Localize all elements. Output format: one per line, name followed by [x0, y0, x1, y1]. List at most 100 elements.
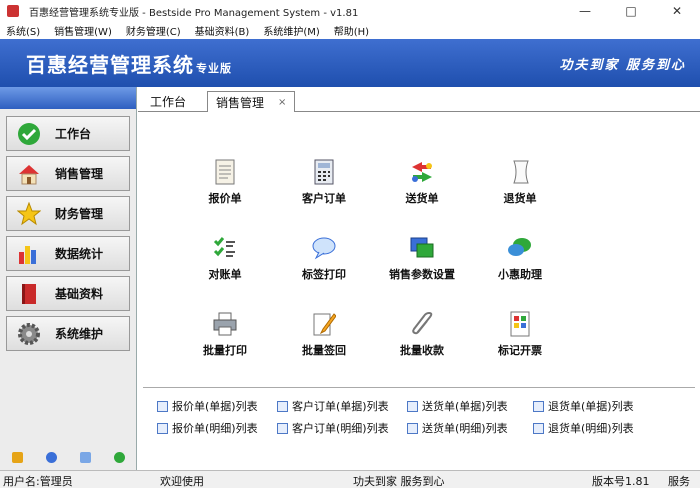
report-list-panel: 报价单(单据)列表 客户订单(单据)列表 送货单(单据)列表 退货单(单据)列表… — [143, 387, 695, 469]
sidebar-item-workbench[interactable]: 工作台 — [6, 116, 130, 151]
maximize-button[interactable]: □ — [608, 0, 654, 22]
list-link-delivery-docs[interactable]: 送货单(单据)列表 — [407, 398, 508, 414]
list-icon — [157, 422, 168, 434]
menu-finance[interactable]: 财务管理(C) — [126, 23, 181, 38]
function-mark-invoice[interactable]: 标记开票 — [480, 310, 560, 358]
function-batch-signback[interactable]: 批量签回 — [284, 310, 364, 358]
sidebar-item-sales[interactable]: 销售管理 — [6, 156, 130, 191]
list-icon — [407, 422, 418, 434]
function-label: 客户订单 — [302, 192, 346, 205]
star-icon — [17, 201, 41, 226]
tab-label: 工作台 — [150, 95, 187, 109]
app-logo-title: 百惠经营管理系统 专业版 — [26, 49, 232, 78]
book-icon — [17, 282, 41, 306]
calculator-icon — [310, 158, 338, 186]
scroll-icon — [506, 158, 534, 186]
globe-icon[interactable] — [113, 451, 125, 463]
close-icon[interactable]: × — [278, 97, 286, 108]
list-link-return-detail[interactable]: 退货单(明细)列表 — [533, 420, 634, 436]
menu-basic-data[interactable]: 基础资料(B) — [195, 23, 250, 38]
status-welcome: 欢迎使用 — [160, 475, 204, 488]
list-icon — [157, 400, 168, 412]
list-icon — [277, 400, 288, 412]
function-return-note[interactable]: 退货单 — [480, 158, 560, 206]
list-link-return-docs[interactable]: 退货单(单据)列表 — [533, 398, 634, 414]
tab-workbench[interactable]: 工作台 — [142, 91, 194, 112]
list-link-label: 报价单(单据)列表 — [172, 400, 258, 413]
status-service: 服务 — [668, 475, 690, 488]
menu-help[interactable]: 帮助(H) — [334, 23, 369, 38]
clock-icon[interactable] — [45, 451, 57, 463]
status-version: 版本号1.81 — [592, 475, 650, 488]
banner-title: 百惠经营管理系统 — [26, 53, 194, 77]
tab-sales[interactable]: 销售管理 × — [207, 91, 296, 112]
function-label: 批量签回 — [302, 344, 346, 357]
sidebar-item-maintenance[interactable]: 系统维护 — [6, 316, 130, 351]
sidebar-item-finance[interactable]: 财务管理 — [6, 196, 130, 231]
gear-icon — [17, 322, 41, 346]
sidebar: 工作台 销售管理 财务管理 数据统计 基础资料 系统维护 — [0, 87, 137, 470]
list-link-label: 退货单(单据)列表 — [548, 400, 634, 413]
sidebar-item-label: 系统维护 — [55, 327, 104, 341]
key-icon[interactable] — [11, 451, 23, 463]
close-button[interactable]: ✕ — [654, 0, 700, 22]
list-icon — [533, 400, 544, 412]
sidebar-item-label: 销售管理 — [55, 167, 104, 181]
function-statement[interactable]: 对账单 — [185, 234, 265, 282]
printer-icon — [211, 310, 239, 338]
status-user: 用户名:管理员 — [3, 475, 73, 488]
sidebar-header — [0, 87, 136, 109]
function-label: 批量打印 — [203, 344, 247, 357]
function-batch-print[interactable]: 批量打印 — [185, 310, 265, 358]
function-label: 送货单 — [405, 192, 439, 205]
list-link-label: 送货单(明细)列表 — [422, 422, 508, 435]
app-icon — [7, 5, 19, 17]
function-label-print[interactable]: 标签打印 — [284, 234, 364, 282]
function-label: 对账单 — [208, 268, 242, 281]
minimize-button[interactable]: — — [562, 0, 608, 22]
list-link-label: 退货单(明细)列表 — [548, 422, 634, 435]
list-link-label: 客户订单(单据)列表 — [292, 400, 389, 413]
list-link-label: 客户订单(明细)列表 — [292, 422, 389, 435]
window-icon[interactable] — [79, 451, 91, 463]
invoice-icon — [506, 310, 534, 338]
function-batch-receipt[interactable]: 批量收款 — [382, 310, 462, 358]
list-icon — [277, 422, 288, 434]
sidebar-toolbar — [0, 444, 136, 470]
function-label: 标签打印 — [302, 268, 346, 281]
window-title: 百惠经营管理系统专业版 - Bestside Pro Management Sy… — [29, 7, 359, 19]
menu-bar: 系统(S) 销售管理(W) 财务管理(C) 基础资料(B) 系统维护(M) 帮助… — [0, 22, 700, 39]
list-link-order-detail[interactable]: 客户订单(明细)列表 — [277, 420, 389, 436]
banner-edition: 专业版 — [196, 62, 232, 75]
status-slogan: 功夫到家 服务到心 — [353, 475, 445, 488]
list-link-order-docs[interactable]: 客户订单(单据)列表 — [277, 398, 389, 414]
sidebar-item-statistics[interactable]: 数据统计 — [6, 236, 130, 271]
sidebar-item-label: 财务管理 — [55, 207, 104, 221]
header-banner: 百惠经营管理系统 专业版 功夫到家 服务到心 — [0, 39, 700, 87]
list-link-delivery-detail[interactable]: 送货单(明细)列表 — [407, 420, 508, 436]
sidebar-item-basic-data[interactable]: 基础资料 — [6, 276, 130, 311]
pencil-icon — [310, 310, 338, 338]
sidebar-item-label: 工作台 — [55, 127, 92, 141]
status-bar: 用户名:管理员 欢迎使用 功夫到家 服务到心 版本号1.81 服务 — [0, 470, 700, 488]
function-assistant[interactable]: 小惠助理 — [480, 234, 560, 282]
function-delivery-note[interactable]: 送货单 — [382, 158, 462, 206]
menu-sales[interactable]: 销售管理(W) — [54, 23, 112, 38]
house-icon — [17, 162, 41, 186]
function-label: 销售参数设置 — [389, 268, 455, 281]
function-quotation[interactable]: 报价单 — [185, 158, 265, 206]
windows-icon — [408, 234, 436, 262]
list-link-quotation-detail[interactable]: 报价单(明细)列表 — [157, 420, 258, 436]
function-customer-order[interactable]: 客户订单 — [284, 158, 364, 206]
sidebar-item-label: 数据统计 — [55, 247, 104, 261]
list-icon — [533, 422, 544, 434]
speech-bubble-icon — [310, 234, 338, 262]
bar-chart-icon — [17, 242, 41, 266]
menu-system[interactable]: 系统(S) — [6, 23, 40, 38]
tab-label: 销售管理 — [216, 95, 265, 110]
document-icon — [211, 158, 239, 186]
menu-maintenance[interactable]: 系统维护(M) — [263, 23, 319, 38]
list-link-quotation-docs[interactable]: 报价单(单据)列表 — [157, 398, 258, 414]
function-sales-settings[interactable]: 销售参数设置 — [382, 234, 462, 282]
function-label: 小惠助理 — [498, 268, 542, 281]
